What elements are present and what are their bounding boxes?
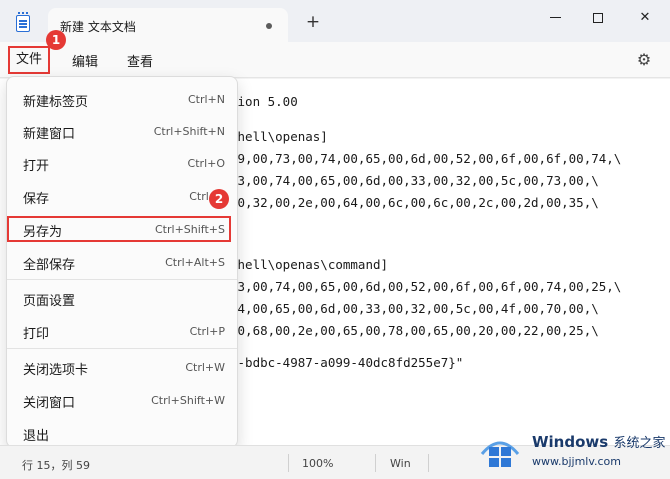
close-button[interactable]: ✕ [630,6,660,30]
menu-item-save[interactable]: 保存 Ctrl+S [15,182,231,210]
editor-line: 3-bdbc-4987-a099-40dc8fd255e7}" [230,355,464,370]
menu-item-close-tab[interactable]: 关闭选项卡 Ctrl+W [15,353,231,381]
editor-line: shell\openas] [230,129,328,144]
menu-item-shortcut: Ctrl+Shift+S [155,223,225,236]
windows-logo-icon [480,441,520,467]
menu-edit[interactable]: 编辑 [72,51,98,70]
menu-item-shortcut: Ctrl+W [185,361,225,374]
file-menu-dropdown: 新建标签页 Ctrl+N 新建窗口 Ctrl+Shift+N 打开 Ctrl+O… [6,76,238,448]
menu-item-shortcut: Ctrl+Shift+N [153,125,225,138]
minimize-button[interactable] [540,6,570,30]
menu-item-label: 页面设置 [23,294,76,309]
editor-line: 00,32,00,2e,00,64,00,6c,00,6c,00,2c,00,2… [230,195,599,210]
maximize-icon [593,12,603,23]
line-ending[interactable]: Win [390,457,411,470]
step-badge-1: 1 [46,30,66,50]
editor-line: 73,00,74,00,65,00,6d,00,33,00,32,00,5c,0… [230,173,599,188]
tab-title: 新建 文本文档 [60,20,136,34]
unsaved-dot-icon[interactable] [266,23,272,29]
editor-line: sion 5.00 [230,94,298,109]
step-badge-2: 2 [209,189,229,209]
menu-item-label: 保存 [23,192,50,207]
watermark: Windows 系统之家 www.bjjmlv.com [470,424,670,479]
watermark-title-suffix: 系统之家 [613,436,666,451]
menu-item-new-tab[interactable]: 新建标签页 Ctrl+N [15,85,231,113]
menu-item-shortcut: Ctrl+Shift+W [151,394,225,407]
menu-item-close-window[interactable]: 关闭窗口 Ctrl+Shift+W [15,386,231,414]
menu-item-label: 打开 [23,159,50,174]
menu-item-label: 全部保存 [23,258,76,273]
minimize-icon [549,16,561,19]
status-divider [428,454,429,472]
menu-item-label: 另存为 [23,225,63,240]
new-tab-button[interactable]: + [303,12,323,32]
menu-item-shortcut: Ctrl+N [187,93,225,106]
notepad-icon [16,12,30,32]
editor-line: 73,00,74,00,65,00,6d,00,52,00,6f,00,6f,0… [230,279,622,294]
menu-file[interactable]: 文件 [8,46,50,74]
editor-line: 00,68,00,2e,00,65,00,78,00,65,00,20,00,2… [230,323,599,338]
menu-item-label: 退出 [23,429,50,444]
maximize-button[interactable] [583,6,613,30]
menu-separator [7,279,237,280]
menu-item-page-setup[interactable]: 页面设置 [15,284,231,312]
tab-document[interactable]: 新建 文本文档 [48,8,288,42]
cursor-position: 行 15，列 59 [22,459,90,472]
menu-item-shortcut: Ctrl+P [189,325,225,338]
menu-item-save-all[interactable]: 全部保存 Ctrl+Alt+S [15,248,231,276]
menu-item-print[interactable]: 打印 Ctrl+P [15,317,231,345]
menu-item-label: 新建标签页 [23,95,89,110]
menu-bar: 文件 编辑 查看 ⚙ [0,42,670,78]
menu-item-save-as[interactable]: 另存为 Ctrl+Shift+S [15,215,231,243]
menu-item-label: 关闭选项卡 [23,363,89,378]
title-bar: 新建 文本文档 + ✕ [0,0,670,42]
menu-item-label: 关闭窗口 [23,396,76,411]
watermark-title-main: Windows [532,433,609,451]
status-divider [375,454,376,472]
gear-icon[interactable]: ⚙ [635,51,653,69]
zoom-level[interactable]: 100% [302,457,333,470]
editor-line: 79,00,73,00,74,00,65,00,6d,00,52,00,6f,0… [230,151,622,166]
menu-separator [7,348,237,349]
menu-item-label: 打印 [23,327,50,342]
menu-item-new-window[interactable]: 新建窗口 Ctrl+Shift+N [15,117,231,145]
watermark-url: www.bjjmlv.com [532,455,621,468]
watermark-title: Windows 系统之家 [532,432,665,451]
menu-item-label: 新建窗口 [23,127,76,142]
editor-line: 74,00,65,00,6d,00,33,00,32,00,5c,00,4f,0… [230,301,599,316]
menu-item-shortcut: Ctrl+O [187,157,225,170]
menu-item-exit[interactable]: 退出 [15,419,231,447]
menu-view[interactable]: 查看 [127,51,153,70]
menu-item-shortcut: Ctrl+Alt+S [165,256,225,269]
editor-line: shell\openas\command] [230,257,389,272]
status-divider [288,454,289,472]
menu-item-open[interactable]: 打开 Ctrl+O [15,149,231,177]
